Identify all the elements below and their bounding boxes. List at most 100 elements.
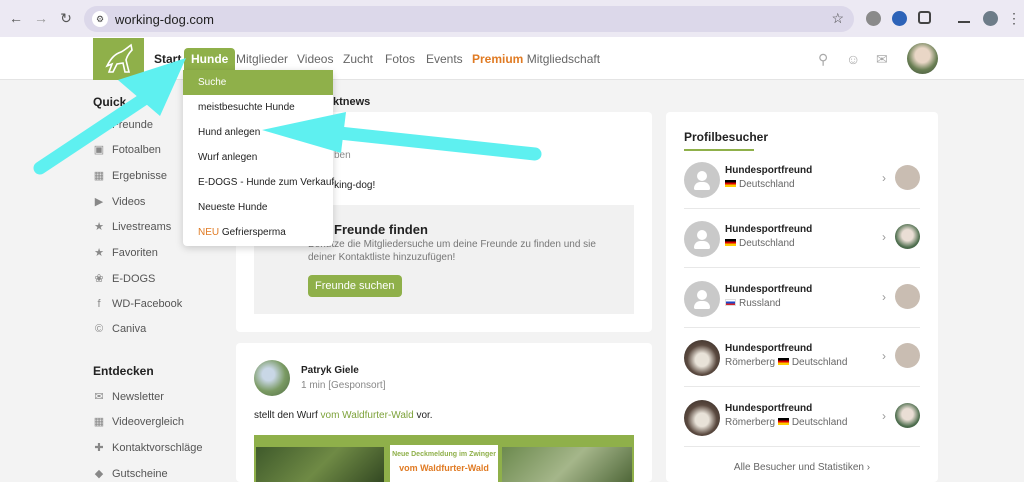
litter-link[interactable]: vom Waldfurter-Wald [321,410,414,421]
nav-events[interactable]: Events [426,52,463,66]
find-friends-button[interactable]: Freunde suchen [308,275,402,297]
visitor-row[interactable]: Hundesportfreund Deutschland › [666,218,938,277]
flag-germany-icon [725,180,736,187]
reload-icon[interactable]: ↻ [58,10,74,26]
divider [684,446,920,447]
divider [684,327,920,328]
flag-russia-icon [725,299,736,306]
site-header: Start Hunde Mitglieder Videos Zucht Foto… [0,37,1024,80]
quick-heading: Quick [93,95,127,109]
visitor-location: Deutschland [725,179,795,190]
visitor-location: Römerberg Deutschland [725,417,847,428]
friends-icon: ● [95,119,103,131]
visitor-name: Hundesportfreund [725,165,813,176]
discover-heading: Entdecken [93,364,154,378]
avatar-placeholder-icon [684,281,720,317]
menu-item-gefriersperma[interactable]: NEU Gefriersperma [183,220,333,245]
visitor-country: Deutschland [739,179,795,190]
video-icon: ▶ [94,196,104,208]
flag-germany-icon [777,418,789,425]
nav-start[interactable]: Start [154,52,181,66]
facebook-icon: f [97,298,101,310]
compare-icon: ▦ [93,416,105,428]
menu-item-hund-anlegen[interactable]: Hund anlegen [183,120,333,145]
visitor-row[interactable]: Hundesportfreund Russland › [666,278,938,337]
banner-line-1: Neue Deckmeldung im Zwinger [392,451,496,458]
chevron-right-icon: › [882,349,886,363]
profile-avatar[interactable] [983,11,998,26]
visitor-avatar [684,400,720,436]
avatar-placeholder-icon [684,162,720,198]
visitor-country: Deutschland [791,417,848,428]
site-settings-icon[interactable]: ⚙ [92,11,108,27]
visitor-country: Deutschland [739,238,795,249]
banner-text-box: Neue Deckmeldung im Zwinger vom Waldfurt… [390,445,498,482]
title-underline [684,149,754,151]
visitor-location: Römerberg Deutschland [725,357,847,368]
copyright-icon: © [94,323,104,335]
friends-icon[interactable]: ☺ [846,51,860,67]
chevron-right-icon: › [882,409,886,423]
visitor-name: Hundesportfreund [725,403,813,414]
address-bar[interactable]: ⚙ working-dog.com ☆ [84,6,854,32]
extension-icon[interactable] [866,11,881,26]
nav-mitglieder[interactable]: Mitglieder [236,52,288,66]
visitor-avatar [684,340,720,376]
litter-banner[interactable]: Neue Deckmeldung im Zwinger vom Waldfurt… [254,435,634,482]
visitor-name: Hundesportfreund [725,284,813,295]
post-author[interactable]: Patryk Giele [301,365,359,376]
post-time: ben [334,150,351,161]
bookmark-star-icon[interactable]: ☆ [831,10,844,27]
nav-zucht[interactable]: Zucht [343,52,373,66]
author-avatar[interactable] [254,360,290,396]
visitor-city: Römerberg [725,357,776,368]
dog-thumbnail[interactable] [895,343,920,368]
livestream-icon: ★ [94,221,104,233]
menu-item-meistbesuchte-hunde[interactable]: meistbesuchte Hunde [183,95,333,120]
messages-icon[interactable]: ✉ [876,51,888,68]
dog-photo-left [256,447,384,482]
visitor-location: Deutschland [725,238,795,249]
hunde-dropdown-menu: Suche meistbesuchte Hunde Hund anlegen W… [183,70,334,246]
visitor-row[interactable]: Hundesportfreund Deutschland › [666,159,938,218]
dog-thumbnail[interactable] [895,165,920,190]
extensions-puzzle-icon[interactable] [918,11,931,24]
dog-thumbnail[interactable] [895,284,920,309]
visitor-name: Hundesportfreund [725,224,813,235]
password-manager-icon[interactable] [892,11,907,26]
post-text-post: vor. [413,410,433,421]
menu-dots-icon[interactable]: ⋮ [1006,10,1022,26]
site-logo[interactable] [93,38,144,80]
premium-label: Premium [472,52,524,66]
dog-logo-icon [105,43,133,73]
flag-germany-icon [725,239,736,246]
user-avatar[interactable] [907,43,938,74]
menu-item-suche[interactable]: Suche [183,70,333,95]
user-thumbnail[interactable] [895,224,920,249]
menu-item-label: Gefriersperma [221,227,286,238]
menu-item-neueste-hunde[interactable]: Neueste Hunde [183,195,333,220]
user-thumbnail[interactable] [895,403,920,428]
menu-item-edogs[interactable]: E-DOGS - Hunde zum Verkauf [183,170,334,195]
find-friends-text: Benutze die Mitgliedersuche um deine Fre… [308,239,596,263]
profile-visitors-card: Profilbesucher Hundesportfreund Deutschl… [666,112,938,482]
find-friends-title: Freunde finden [334,222,428,237]
nav-fotos[interactable]: Fotos [385,52,415,66]
all-visitors-link[interactable]: Alle Besucher und Statistiken › [666,462,938,473]
visitor-row[interactable]: Hundesportfreund Römerberg Deutschland › [666,397,938,456]
menu-item-wurf-anlegen[interactable]: Wurf anlegen [183,145,333,170]
visitor-row[interactable]: Hundesportfreund Römerberg Deutschland › [666,337,938,396]
forward-icon[interactable]: → [33,10,49,26]
nav-premium[interactable]: Premium Mitgliedschaft [472,52,600,66]
post-time: 1 min [Gesponsort] [301,380,386,391]
add-contact-icon: ✚ [94,442,104,454]
visitor-city: Römerberg [725,417,776,428]
star-icon: ★ [94,247,104,259]
back-icon[interactable]: ← [8,10,24,26]
chevron-right-icon: › [882,171,886,185]
divider [684,386,920,387]
nav-videos[interactable]: Videos [297,52,333,66]
download-icon[interactable] [958,11,970,23]
divider [684,208,920,209]
search-icon[interactable]: ⚲ [818,51,828,68]
